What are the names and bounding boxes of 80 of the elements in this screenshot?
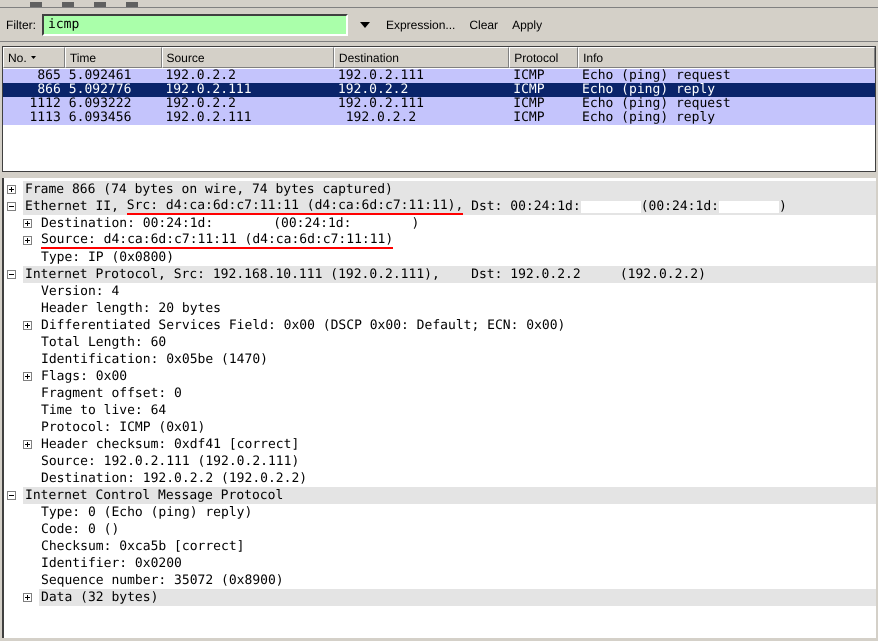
column-header[interactable]: Destination [334,47,510,68]
tree-item-text[interactable]: Total Length: 60 [41,332,166,352]
tree-item-text[interactable]: Type: 0 (Echo (ping) reply) [41,502,252,522]
column-header[interactable]: Info [578,47,875,68]
table-cell: 1113 [29,110,61,125]
table-cell: Echo (ping) reply [582,110,716,125]
tree-item-text[interactable]: Sequence number: 35072 (0x8900) [41,570,284,590]
expand-icon[interactable] [23,593,32,602]
table-cell: 866 [37,82,61,97]
table-cell: 6.093456 [68,110,132,125]
table-cell: Echo (ping) request [582,68,731,83]
tree-item-text[interactable]: (00:24:1d: [640,196,719,216]
table-cell: 1112 [29,96,61,111]
collapse-icon[interactable] [7,270,16,279]
tree-item-text[interactable]: Checksum: 0xca5b [correct] [41,536,244,556]
expand-icon[interactable] [23,236,32,245]
filter-button[interactable]: Clear [465,14,502,36]
table-cell: 6.093222 [68,96,132,111]
table-cell: ICMP [513,68,545,83]
tree-item-text[interactable]: Ethernet II, [25,196,127,216]
column-header[interactable]: Protocol [509,47,578,68]
filter-label: Filter: [6,16,36,34]
packet-row[interactable]: 866 5.092776 192.0.2.111 192.0.2.2 ICMP Echo (ping) reply [3,83,875,97]
table-cell: 192.0.2.111 [165,110,252,125]
table-cell: 192.0.2.2 [338,82,408,97]
filter-button[interactable]: Expression... [382,14,460,36]
table-cell: 5.092776 [68,82,132,97]
table-cell: 192.0.2.111 [338,96,424,111]
tree-item-text[interactable]: ) [411,214,420,234]
tree-item-text[interactable]: Protocol: ICMP (0x01) [41,418,206,438]
expand-icon[interactable] [23,372,32,381]
table-cell: ICMP [513,96,545,111]
tree-item-text[interactable]: Code: 0 () [41,520,120,540]
redaction-block [580,200,641,212]
tree-item-text[interactable]: Type: IP (0x0800) [41,248,174,268]
collapse-icon[interactable] [7,202,16,211]
expand-icon[interactable] [7,185,16,194]
tree-item-text[interactable]: Destination: 00:24:1d: [41,214,214,234]
table-cell: 192.0.2.2 [165,68,236,83]
tree-item-text[interactable]: Header checksum: 0xdf41 [correct] [41,434,300,454]
tree-item-text[interactable]: Identifier: 0x0200 [41,554,182,574]
expand-icon[interactable] [23,219,32,228]
filter-button[interactable]: Apply [508,14,546,36]
table-cell-text: 192.0.2.2 [344,110,416,125]
tree-item-text[interactable]: Src: d4:ca:6d:c7:11:11 (d4:ca:6d:c7:11:11), [126,198,464,214]
tree-item-text[interactable]: Source: 192.0.2.111 (192.0.2.111) [41,452,300,472]
tree-item-text[interactable]: Source: d4:ca:6d:c7:11:11 (d4:ca:6d:c7:11:11) [41,232,394,248]
tree-item-text[interactable]: Header length: 20 bytes [41,298,222,318]
tree-item-text[interactable]: (00:24:1d: [273,214,352,234]
table-cell: 192.0.2.111 [165,82,252,97]
tree-item-text[interactable]: Destination: 192.0.2.2 (192.0.2.2) [41,468,308,488]
expand-icon[interactable] [23,321,32,330]
packet-row[interactable]: 865 5.092461 192.0.2.2 192.0.2.111 ICMP Echo (ping) request [3,69,875,83]
tree-item-text[interactable]: Flags: 0x00 [41,366,128,386]
table-cell: 5.092461 [68,68,132,83]
dropdown-arrow-icon[interactable] [360,20,370,30]
table-cell: ICMP [513,82,545,97]
table-cell: Echo (ping) request [582,96,731,111]
tree-item-text[interactable]: Fragment offset: 0 [41,384,182,404]
table-cell: 192.0.2.111 [338,68,424,83]
tree-item-text[interactable]: Version: 4 [41,282,120,302]
table-cell: 865 [37,68,61,83]
packet-row[interactable]: 1113 6.093456 192.0.2.111 192.0.2.2 ICMP Echo (ping) reply [3,111,875,125]
column-header[interactable]: Time [64,47,162,68]
column-header[interactable]: Source [162,47,334,68]
column-header[interactable]: No. [3,47,65,68]
collapse-icon[interactable] [7,491,16,500]
expand-icon[interactable] [23,440,32,449]
tree-item-text[interactable]: ) [778,196,787,216]
tree-item-text[interactable]: Differentiated Services Field: 0x00 (DSCP 0x00: Default; ECN: 0x00) [41,316,566,336]
tree-item-text[interactable]: Dst: 00:24:1d: [463,196,581,216]
table-cell: Echo (ping) reply [582,82,716,97]
filter-field[interactable]: icmp [42,14,348,36]
redaction-block [718,200,779,212]
tree-item-text[interactable]: Identification: 0x05be (1470) [41,350,268,370]
table-cell: 192.0.2.2 [165,96,236,111]
tree-item-text[interactable]: Data (32 bytes) [41,588,158,608]
packet-row[interactable]: 1112 6.093222 192.0.2.2 192.0.2.111 ICMP Echo (ping) request [3,97,875,111]
tree-item-text[interactable]: Time to live: 64 [41,400,166,420]
table-cell: ICMP [513,110,545,125]
